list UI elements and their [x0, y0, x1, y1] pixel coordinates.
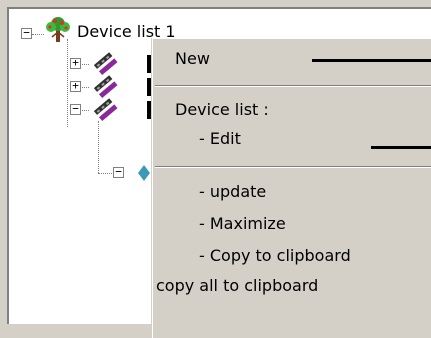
tree-connector: [98, 173, 112, 174]
device-expand-toggle[interactable]: +: [70, 57, 81, 69]
context-menu: New Device list : - Edit - update - Maxi…: [152, 38, 431, 338]
callout-line: [312, 59, 431, 62]
window-frame: − Device list 1 + + − − New Device list …: [0, 0, 431, 338]
leaf-icon: [138, 165, 150, 181]
device-collapse-toggle[interactable]: −: [70, 103, 81, 115]
device-expand-toggle[interactable]: +: [70, 80, 81, 92]
menu-item-copy-to-clipboard[interactable]: - Copy to clipboard: [199, 246, 351, 265]
menu-header-device-list: Device list :: [175, 100, 269, 119]
tree-connector: [98, 121, 99, 173]
tree-root-icon: [46, 17, 70, 42]
menu-item-edit[interactable]: - Edit: [199, 129, 241, 148]
leaf-collapse-toggle[interactable]: −: [113, 166, 124, 178]
menu-item-copy-all[interactable]: copy all to clipboard: [156, 276, 318, 295]
root-collapse-toggle[interactable]: −: [21, 27, 32, 39]
menu-separator: [155, 85, 431, 87]
tree-connector: [32, 34, 44, 35]
menu-separator: [155, 166, 431, 168]
tree-connector: [67, 39, 68, 127]
menu-item-maximize[interactable]: - Maximize: [199, 214, 286, 233]
menu-item-update[interactable]: - update: [199, 182, 266, 201]
menu-item-new[interactable]: New: [175, 49, 210, 68]
callout-line: [371, 146, 431, 149]
device-icon: [93, 98, 118, 122]
